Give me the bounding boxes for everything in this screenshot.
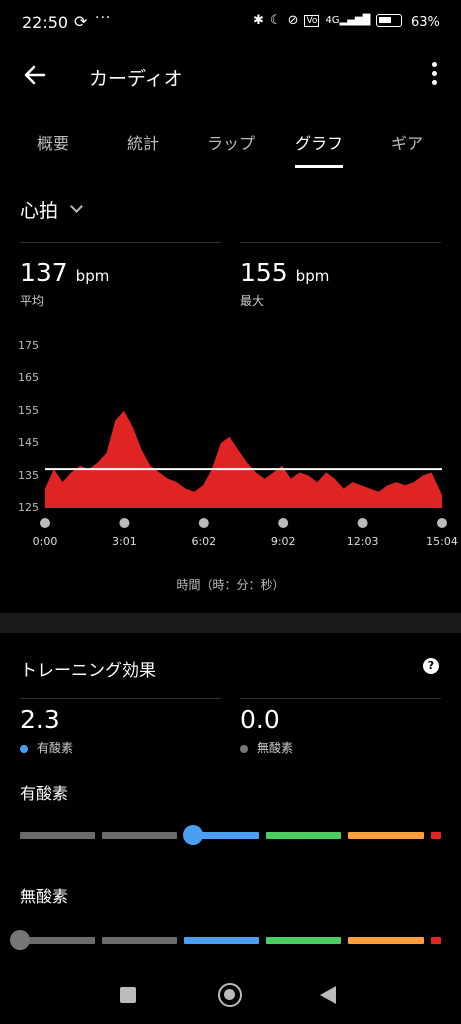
arrow-left-icon[interactable] bbox=[20, 60, 50, 90]
page-title: カーディオ bbox=[89, 68, 183, 90]
avg-hr-unit: bpm bbox=[75, 267, 110, 285]
anaerobic-legend: 無酸素 bbox=[240, 739, 293, 756]
system-nav-bar bbox=[0, 966, 461, 1024]
anaerobic-dot bbox=[240, 744, 248, 753]
x-tick-label: 15:04 bbox=[426, 535, 458, 548]
app-bar: カーディオ bbox=[0, 50, 461, 102]
avg-hr-number: 137 bbox=[20, 258, 68, 287]
volte-icon: Vo bbox=[304, 14, 320, 27]
y-tick-label: 145 bbox=[18, 436, 39, 450]
divider bbox=[240, 698, 441, 699]
home-circle-icon[interactable] bbox=[218, 983, 242, 1007]
tab-stats[interactable]: 統計 bbox=[127, 130, 159, 154]
moon-icon: ☾ bbox=[269, 13, 282, 28]
max-hr-label: 最大 bbox=[240, 294, 265, 308]
x-tick-label: 0:00 bbox=[32, 535, 58, 548]
x-tick-label: 12:03 bbox=[346, 535, 379, 548]
section-separator bbox=[0, 613, 461, 633]
divider bbox=[20, 242, 221, 243]
level-segment bbox=[431, 937, 441, 944]
chevron-down-icon bbox=[70, 200, 83, 213]
status-more-dots: ··· bbox=[95, 10, 112, 26]
tab-graph[interactable]: グラフ bbox=[295, 130, 343, 154]
chart-plot bbox=[40, 410, 447, 528]
x-axis-label: 時間（時：分：秒） bbox=[176, 578, 285, 592]
x-tick-marker bbox=[119, 518, 130, 528]
x-tick-marker bbox=[198, 518, 209, 528]
tab-overview[interactable]: 概要 bbox=[37, 130, 69, 154]
aerobic-value: 2.3 bbox=[20, 705, 60, 734]
avg-hr-label: 平均 bbox=[20, 294, 45, 308]
anaerobic-bar-label: 無酸素 bbox=[20, 887, 69, 906]
x-tick-marker bbox=[437, 518, 447, 528]
triangle-back-icon[interactable] bbox=[320, 986, 336, 1004]
tab-gear[interactable]: ギア bbox=[391, 130, 423, 154]
status-time: 22:50 bbox=[22, 13, 69, 32]
aerobic-dot bbox=[20, 744, 28, 753]
avg-hr-value: 137 bpm bbox=[20, 258, 109, 287]
level-segment bbox=[102, 832, 177, 839]
max-hr-value: 155 bpm bbox=[240, 258, 329, 287]
y-tick-label: 175 bbox=[18, 339, 39, 352]
max-hr-unit: bpm bbox=[295, 267, 330, 285]
heart-rate-chart[interactable]: 175 165 155 145 135 125 0:00 3:01 6:02 9:02 12:03… bbox=[0, 330, 461, 600]
y-tick-label: 155 bbox=[18, 403, 39, 417]
status-bar: 22:50 ⟳ ··· ✱ ☾ ⊘ Vo 4G▂▄▆█ 63% bbox=[0, 0, 461, 46]
x-tick-marker bbox=[278, 518, 289, 528]
metric-dropdown[interactable]: 心拍 bbox=[20, 196, 83, 223]
x-tick-label: 9:02 bbox=[270, 535, 296, 548]
y-tick-label: 165 bbox=[18, 371, 39, 385]
y-tick-label: 135 bbox=[18, 468, 39, 482]
x-tick-label: 3:01 bbox=[112, 535, 137, 548]
x-tick-label: 6:02 bbox=[191, 535, 217, 548]
aerobic-legend: 有酸素 bbox=[20, 739, 73, 756]
anaerobic-legend-label: 無酸素 bbox=[257, 741, 294, 755]
tab-laps[interactable]: ラップ bbox=[207, 130, 255, 154]
aerobic-legend-label: 有酸素 bbox=[37, 741, 74, 755]
level-segment bbox=[102, 937, 177, 944]
battery-icon bbox=[376, 14, 403, 27]
level-indicator bbox=[182, 825, 203, 845]
battery-percent: 63% bbox=[411, 15, 440, 30]
level-segment bbox=[20, 937, 95, 944]
divider bbox=[20, 698, 221, 699]
level-segment bbox=[20, 832, 95, 839]
sync-icon: ⟳ bbox=[74, 12, 88, 31]
tab-bar: 概要 統計 ラップ グラフ ギア bbox=[0, 118, 461, 168]
level-segment bbox=[266, 937, 341, 944]
max-hr-number: 155 bbox=[240, 258, 288, 287]
aerobic-bar-label: 有酸素 bbox=[20, 784, 69, 803]
bluetooth-icon: ✱ bbox=[253, 13, 264, 28]
more-vertical-icon[interactable] bbox=[424, 62, 444, 92]
square-icon[interactable] bbox=[120, 987, 136, 1003]
x-tick-marker bbox=[40, 518, 50, 528]
hr-area-series bbox=[45, 410, 442, 508]
training-effect-title: トレーニング効果 bbox=[20, 661, 156, 681]
level-segment bbox=[348, 832, 424, 839]
mute-icon: ⊘ bbox=[287, 13, 299, 28]
signal-icon: 4G▂▄▆█ bbox=[325, 15, 371, 26]
help-circle-icon[interactable]: ? bbox=[423, 658, 439, 674]
y-tick-label: 125 bbox=[18, 501, 39, 514]
divider bbox=[240, 242, 441, 243]
level-segment bbox=[348, 937, 424, 944]
tab-indicator bbox=[295, 165, 343, 168]
level-segment bbox=[431, 832, 441, 839]
level-indicator bbox=[10, 930, 30, 950]
level-segment bbox=[184, 937, 259, 944]
x-tick-marker bbox=[357, 518, 368, 528]
metric-label: 心拍 bbox=[20, 200, 59, 222]
anaerobic-value: 0.0 bbox=[240, 705, 280, 734]
level-segment bbox=[266, 832, 341, 839]
